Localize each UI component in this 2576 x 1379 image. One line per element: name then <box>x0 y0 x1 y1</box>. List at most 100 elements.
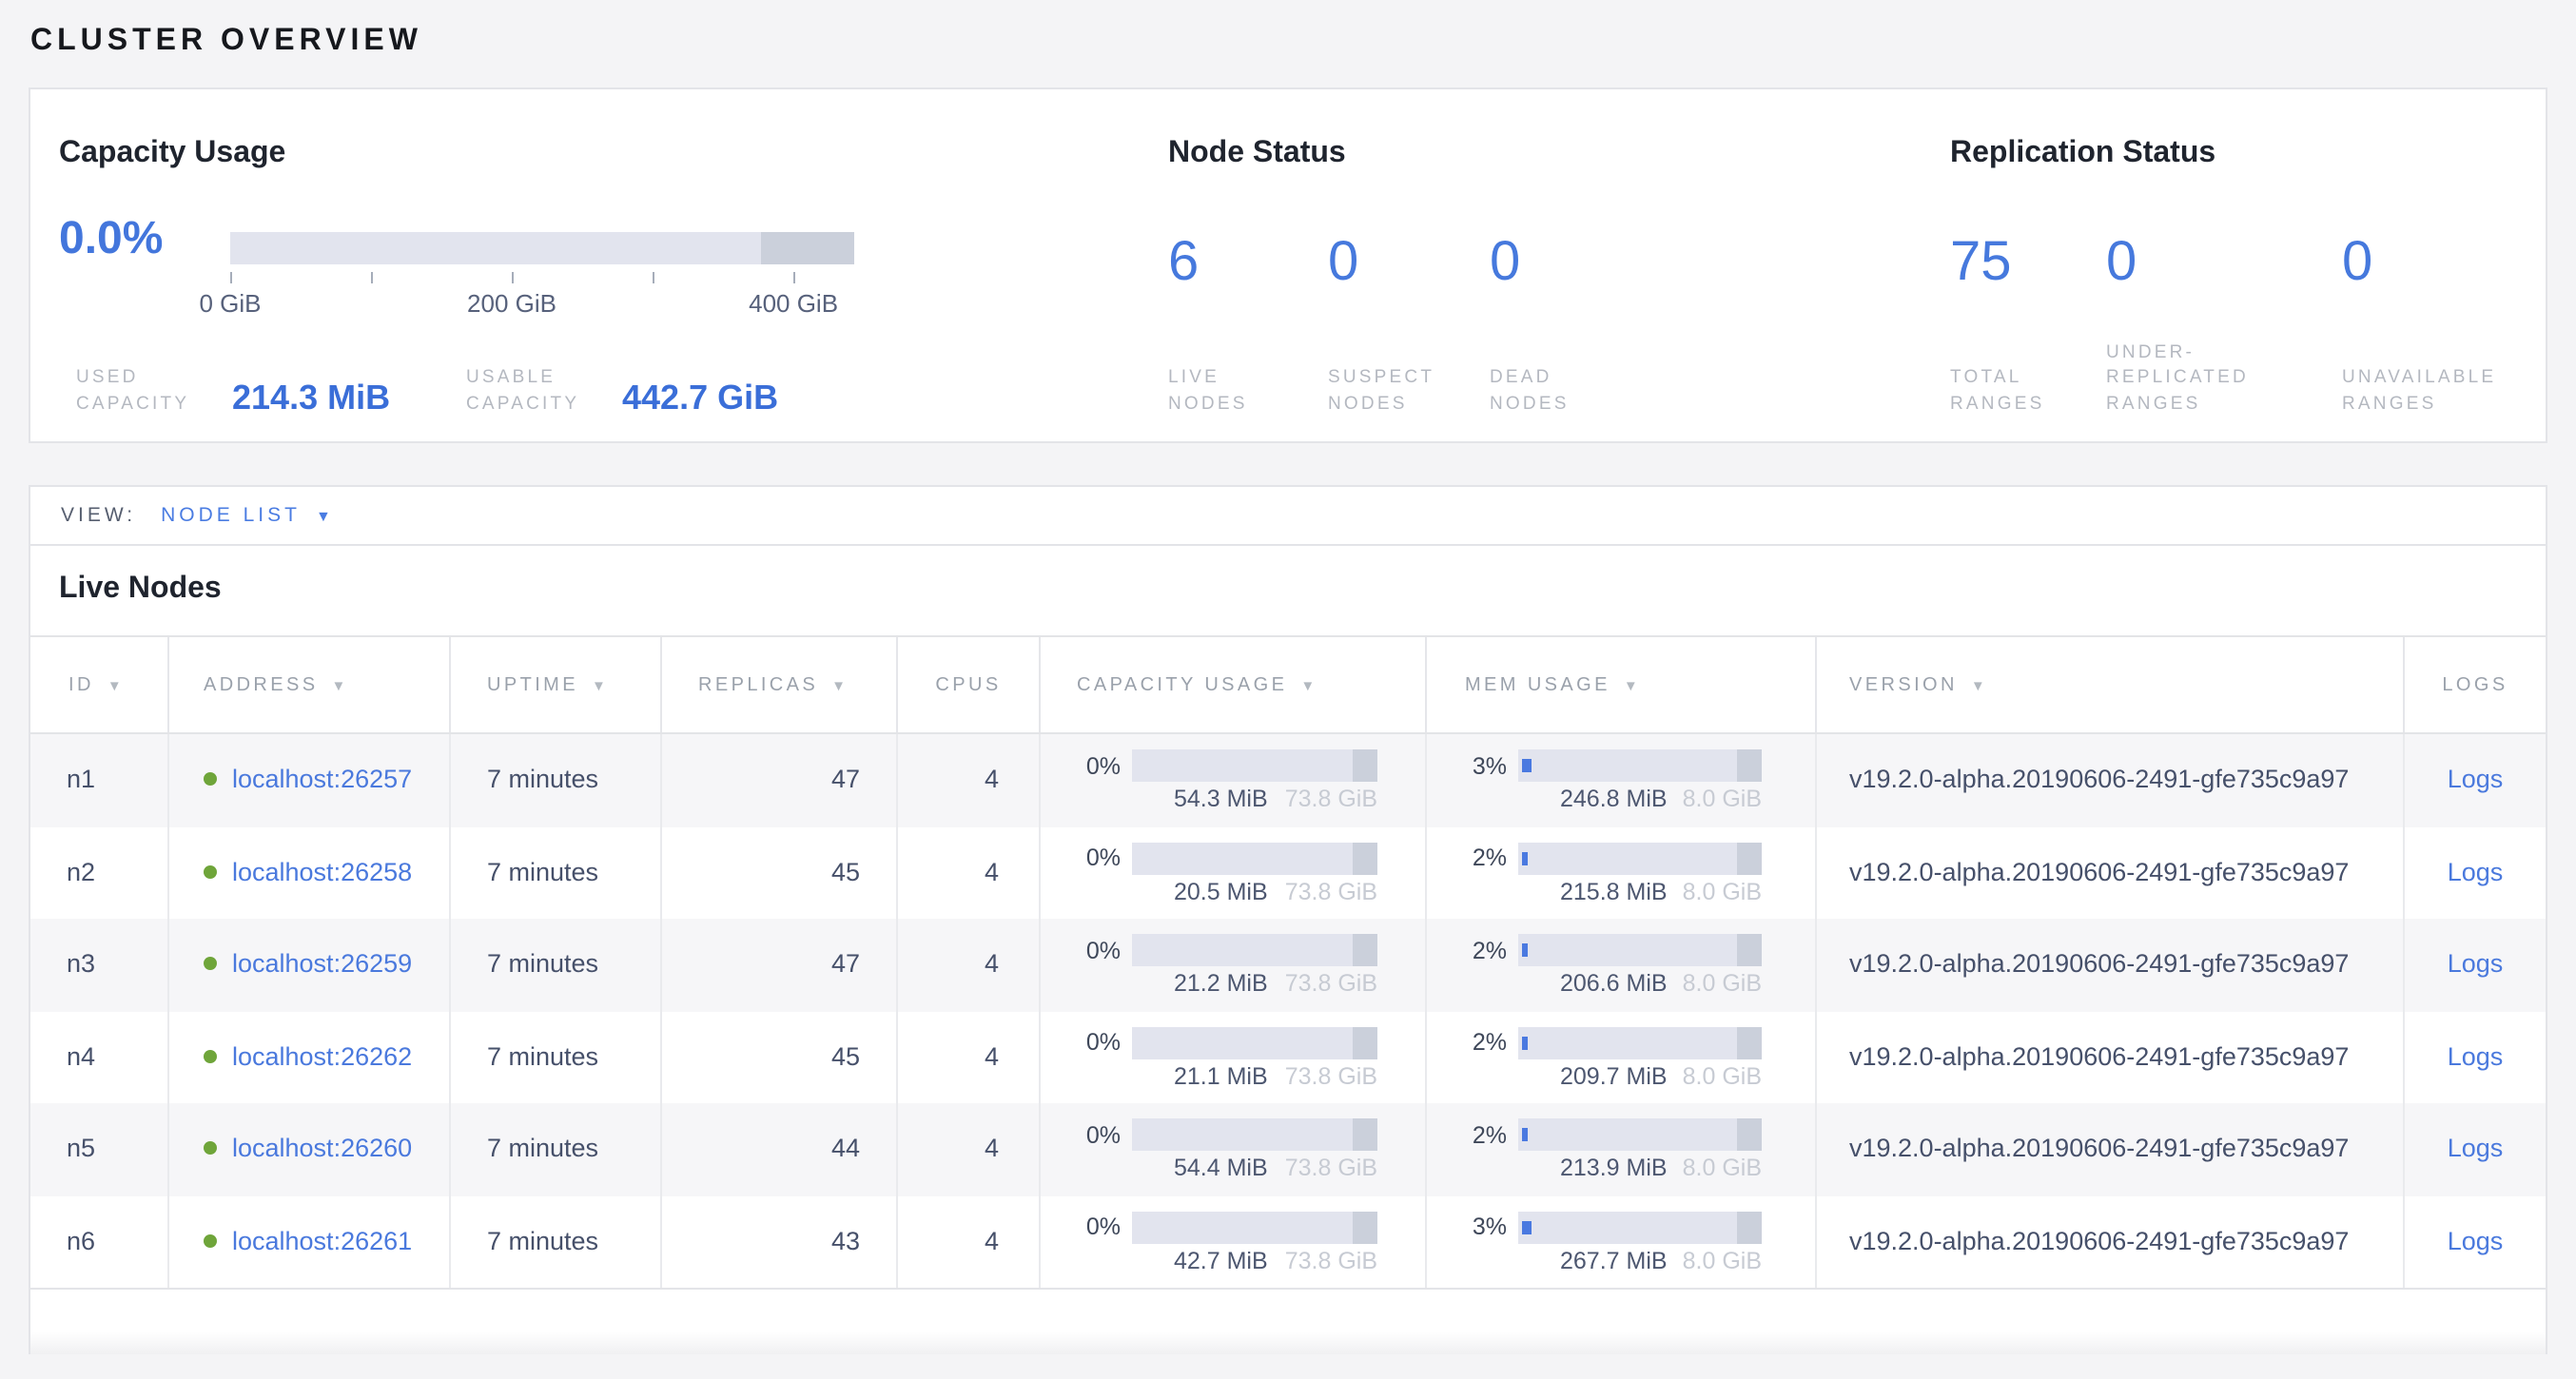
address-link[interactable]: localhost:26258 <box>232 857 412 885</box>
mem-percent-label: 2% <box>1427 845 1518 871</box>
logs-link[interactable]: Logs <box>2448 765 2504 793</box>
mem-usage-bar <box>1518 842 1762 874</box>
cell-cpus: 4 <box>898 919 1041 1011</box>
header-id[interactable]: ID▼ <box>30 637 169 732</box>
mem-percent-label: 2% <box>1427 937 1518 963</box>
unavailable-ranges-metric: 0 UNAVAILABLE RANGES <box>2342 234 2525 417</box>
sort-caret-icon: ▼ <box>592 676 609 693</box>
live-nodes-label: LIVE NODES <box>1168 365 1282 417</box>
cell-version: v19.2.0-alpha.20190606-2491-gfe735c9a97 <box>1817 1011 2405 1103</box>
cell-cpus: 4 <box>898 826 1041 919</box>
cell-node-id: n3 <box>30 919 169 1011</box>
header-logs: LOGS <box>2405 637 2546 732</box>
capacity-usage-bar <box>1132 1026 1377 1059</box>
cell-node-id: n5 <box>30 1103 169 1195</box>
dead-nodes-label: DEAD NODES <box>1490 365 1604 417</box>
header-address[interactable]: ADDRESS▼ <box>169 637 451 732</box>
cell-uptime: 7 minutes <box>451 1103 662 1195</box>
header-uptime[interactable]: UPTIME▼ <box>451 637 662 732</box>
node-status-title: Node Status <box>1168 135 1918 171</box>
axis-tick <box>371 272 373 283</box>
capacity-usage-title: Capacity Usage <box>59 135 1136 171</box>
capacity-dark-cap <box>1353 842 1377 874</box>
capacity-used-value: 21.1 MiB <box>1132 1062 1268 1091</box>
live-nodes-metric: 6 LIVE NODES <box>1168 234 1328 417</box>
cell-version: v19.2.0-alpha.20190606-2491-gfe735c9a97 <box>1817 919 2405 1011</box>
axis-tick <box>230 272 232 283</box>
capacity-percent-label: 0% <box>1041 845 1132 871</box>
summary-panel: Capacity Usage 0.0% 0 GiB 200 GiB 400 Gi… <box>29 87 2547 443</box>
cell-uptime: 7 minutes <box>451 1011 662 1103</box>
node-live-dot-icon <box>204 957 217 970</box>
sort-caret-icon: ▼ <box>1624 676 1641 693</box>
table-row: n3 localhost:26259 7 minutes 47 4 0% 21.… <box>30 919 2546 1011</box>
capacity-total-value: 73.8 GiB <box>1285 1062 1377 1091</box>
cell-logs: Logs <box>2405 734 2546 826</box>
mem-percent-label: 3% <box>1427 752 1518 779</box>
mem-used-bar <box>1522 851 1528 864</box>
address-link[interactable]: localhost:26257 <box>232 765 412 793</box>
cell-cpus: 4 <box>898 734 1041 826</box>
capacity-total-value: 73.8 GiB <box>1285 1247 1377 1275</box>
address-link[interactable]: localhost:26261 <box>232 1226 412 1254</box>
dead-nodes-metric: 0 DEAD NODES <box>1490 234 1718 417</box>
capacity-percent-label: 0% <box>1041 1214 1132 1240</box>
axis-tick-label: 0 GiB <box>199 289 261 318</box>
table-row: n2 localhost:26258 7 minutes 45 4 0% 20.… <box>30 826 2546 919</box>
header-replicas[interactable]: REPLICAS▼ <box>662 637 898 732</box>
capacity-usage-bar <box>1132 749 1377 782</box>
node-status-metrics: 6 LIVE NODES 0 SUSPECT NODES 0 DEAD NODE… <box>1168 234 1918 417</box>
cell-replicas: 47 <box>662 919 898 1011</box>
mem-total-value: 8.0 GiB <box>1683 1247 1762 1275</box>
node-live-dot-icon <box>204 864 217 878</box>
usable-capacity-value: 442.7 GiB <box>622 380 778 417</box>
cell-node-id: n1 <box>30 734 169 826</box>
logs-link[interactable]: Logs <box>2448 1226 2504 1254</box>
address-link[interactable]: localhost:26262 <box>232 1041 412 1070</box>
header-version[interactable]: VERSION▼ <box>1817 637 2405 732</box>
logs-link[interactable]: Logs <box>2448 857 2504 885</box>
unavailable-ranges-value: 0 <box>2342 234 2525 293</box>
dead-nodes-value: 0 <box>1490 234 1718 293</box>
view-selector-dropdown[interactable]: NODE LIST ▼ <box>161 504 335 527</box>
capacity-used-value: 20.5 MiB <box>1132 878 1268 906</box>
capacity-percent-label: 0% <box>1041 937 1132 963</box>
mem-used-value: 209.7 MiB <box>1518 1062 1668 1091</box>
mem-usage-bar <box>1518 934 1762 966</box>
chevron-down-icon: ▼ <box>316 507 335 524</box>
total-ranges-metric: 75 TOTAL RANGES <box>1950 234 2106 417</box>
header-cpus: CPUS <box>898 637 1041 732</box>
node-live-dot-icon <box>204 1233 217 1247</box>
capacity-percent-label: 0% <box>1041 1121 1132 1148</box>
used-capacity-value: 214.3 MiB <box>232 380 390 417</box>
used-capacity-label: USED CAPACITY <box>76 365 232 417</box>
capacity-usage-chart: 0.0% 0 GiB 200 GiB 400 GiB <box>59 215 1136 264</box>
mem-used-value: 215.8 MiB <box>1518 878 1668 906</box>
capacity-used-value: 54.3 MiB <box>1132 786 1268 814</box>
mem-total-value: 8.0 GiB <box>1683 786 1762 814</box>
mem-used-value: 267.7 MiB <box>1518 1247 1668 1275</box>
address-link[interactable]: localhost:26260 <box>232 1134 412 1162</box>
cluster-overview-page: CLUSTER OVERVIEW Capacity Usage 0.0% 0 G… <box>0 0 2576 1379</box>
header-mem-usage[interactable]: MEM USAGE▼ <box>1427 637 1817 732</box>
under-replicated-ranges-metric: 0 UNDER-REPLICATED RANGES <box>2106 234 2342 417</box>
header-capacity-usage[interactable]: CAPACITY USAGE▼ <box>1041 637 1427 732</box>
cell-uptime: 7 minutes <box>451 1195 662 1288</box>
address-link[interactable]: localhost:26259 <box>232 949 412 978</box>
cell-replicas: 43 <box>662 1195 898 1288</box>
node-live-dot-icon <box>204 1049 217 1062</box>
cell-capacity-usage: 0% 42.7 MiB73.8 GiB <box>1041 1195 1427 1288</box>
total-ranges-value: 75 <box>1950 234 2106 293</box>
used-capacity-metric: USED CAPACITY 214.3 MiB <box>76 365 466 417</box>
table-header: ID▼ ADDRESS▼ UPTIME▼ REPLICAS▼ CPUS CAPA… <box>30 635 2546 734</box>
logs-link[interactable]: Logs <box>2448 1041 2504 1070</box>
logs-link[interactable]: Logs <box>2448 949 2504 978</box>
logs-link[interactable]: Logs <box>2448 1134 2504 1162</box>
axis-tick-label: 400 GiB <box>749 289 838 318</box>
cell-logs: Logs <box>2405 826 2546 919</box>
cell-cpus: 4 <box>898 1011 1041 1103</box>
cell-cpus: 4 <box>898 1103 1041 1195</box>
node-status-section: Node Status 6 LIVE NODES 0 SUSPECT NODES… <box>1136 89 1918 441</box>
node-live-dot-icon <box>204 772 217 786</box>
mem-percent-label: 2% <box>1427 1029 1518 1056</box>
